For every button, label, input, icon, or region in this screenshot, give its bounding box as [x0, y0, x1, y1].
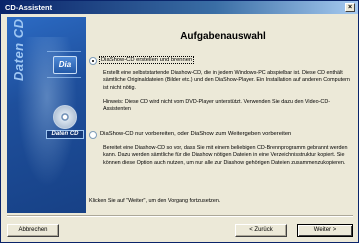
banner-vertical-text: Daten CD — [11, 18, 26, 81]
radio-button[interactable] — [89, 131, 97, 139]
banner-stripe — [47, 51, 81, 52]
cancel-button[interactable]: Abbrechen — [7, 224, 59, 237]
wizard-banner: Daten CD Dia Daten CD — [7, 17, 86, 213]
next-button[interactable]: Weiter > — [297, 224, 353, 237]
divider — [7, 215, 353, 217]
page-heading: Aufgabenauswahl — [180, 31, 266, 42]
dia-logo: Dia — [53, 56, 77, 74]
back-button[interactable]: < Zurück — [235, 224, 287, 237]
radio-button-selected[interactable] — [89, 57, 97, 65]
option-description: Erstellt eine selbststartende Diashow-CD… — [103, 70, 350, 91]
option-label[interactable]: DiaShow-CD nur vorbereiten, oder DiaShow… — [100, 131, 291, 137]
window-title: CD-Assistent — [5, 3, 53, 12]
footer-hint: Klicken Sie auf "Weiter", um den Vorgang… — [89, 198, 221, 204]
title-bar[interactable]: CD-Assistent × — [1, 1, 358, 14]
wizard-window: CD-Assistent × Daten CD Dia Daten CD Auf… — [0, 0, 359, 243]
banner-stripe — [47, 77, 81, 78]
option-description: Bereitet eine Diashow-CD so vor, dass Si… — [103, 145, 348, 166]
close-icon[interactable]: × — [345, 3, 355, 12]
option-label[interactable]: DiaShow-CD erstellen und brennen — [98, 56, 195, 64]
disc-label: Daten CD — [46, 130, 84, 139]
option-note: Hinweis: Diese CD wird nicht vom DVD-Pla… — [103, 99, 331, 113]
cd-disc-icon — [53, 105, 77, 129]
